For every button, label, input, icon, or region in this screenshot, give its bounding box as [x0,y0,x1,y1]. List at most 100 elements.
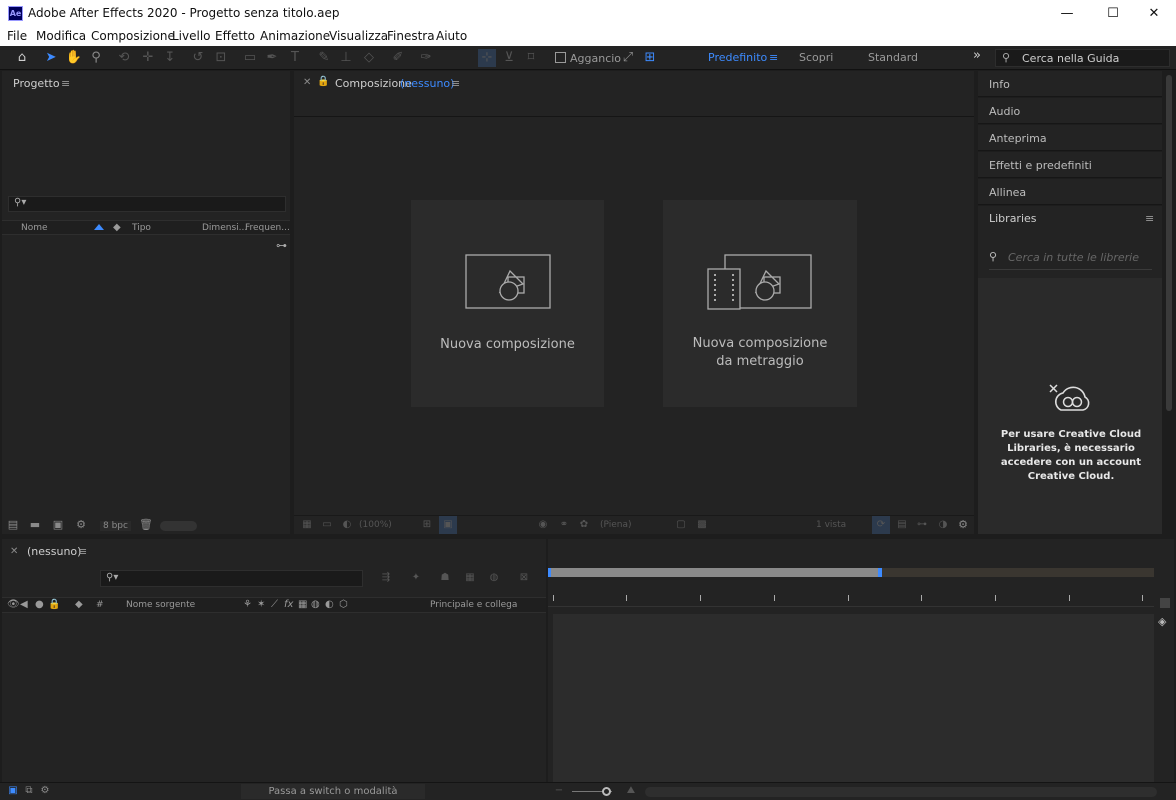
reset-exposure-icon[interactable]: ◑ [934,516,952,534]
preview-icon[interactable]: ▦ [298,516,316,534]
bpc-button[interactable]: 8 bpc [100,521,131,531]
quality-switch-icon[interactable]: ⟋ [271,599,278,610]
zoom-dropdown[interactable]: (100%) [359,520,392,530]
minimize-button[interactable]: — [1044,0,1090,27]
menu-finestra[interactable]: Finestra [387,29,435,43]
menu-aiuto[interactable]: Aiuto [436,29,467,43]
timeline-title[interactable]: (nessuno) [27,545,81,558]
libraries-search-input[interactable]: ⚲ Cerca in tutte le librerie [989,248,1152,270]
workspace-menu-icon[interactable]: ≡ [769,51,778,64]
eraser-tool-icon[interactable]: ◇ [360,49,378,67]
libraries-title[interactable]: Libraries [989,212,1037,225]
selection-tool-icon[interactable]: ➤ [42,49,60,67]
show-snapshot-icon[interactable]: ⚭ [555,516,573,534]
new-composition-card[interactable]: Nuova composizione [411,200,604,407]
zoom-out-icon[interactable]: − [550,782,568,800]
zoom-tool-icon[interactable]: ⚲ [87,49,105,67]
frame-blending-icon[interactable]: ▦ [461,569,479,587]
composition-subtitle[interactable]: (nessuno) [400,77,454,90]
align-panel-tab[interactable]: Allinea [978,179,1162,205]
project-settings-icon[interactable]: ⚙ [72,516,90,534]
zoom-in-icon[interactable]: ⛰ [622,782,640,800]
maximize-button[interactable]: ☐ [1090,0,1136,27]
menu-modifica[interactable]: Modifica [36,29,86,43]
timeline-zoom-handle[interactable] [1160,598,1170,608]
new-composition-from-footage-card[interactable]: Nuova composizione da metraggio [663,200,857,407]
snap-target-icon[interactable]: ⊞ [641,49,659,67]
right-panel-scrollbar[interactable] [1164,71,1174,534]
work-area-bar[interactable] [548,568,1154,577]
home-icon[interactable]: ⌂ [13,49,31,67]
pen-tool-icon[interactable]: ✒ [263,49,281,67]
timeline-horizontal-scrollbar[interactable] [645,787,1157,797]
shy-switch-icon[interactable]: ⚘ [243,599,252,610]
label-tag-icon[interactable]: ◆ [113,222,121,233]
rectangle-tool-icon[interactable]: ▭ [241,49,259,67]
column-tipo[interactable]: Tipo [132,223,151,233]
clone-stamp-icon[interactable]: ⊥ [337,49,355,67]
zoom-slider-thumb[interactable] [602,787,611,796]
text-tool-icon[interactable]: T [286,49,304,67]
timeline-search-input[interactable]: ⚲▾ [100,570,363,587]
monitor-icon[interactable]: ▭ [318,516,336,534]
work-area-range[interactable] [548,568,880,577]
panel-menu-icon[interactable]: ≡ [451,77,460,90]
color-channel-icon[interactable]: ✿ [575,516,593,534]
trash-icon[interactable]: 🗑 [137,516,155,534]
workspace-overflow-icon[interactable]: » [973,48,981,63]
comp-marker-icon[interactable]: ◈ [1158,615,1166,628]
thumbnail-slider[interactable] [160,521,197,531]
workspace-predefinito[interactable]: Predefinito [708,51,767,64]
rotation-tool-icon[interactable]: ↺ [189,49,207,67]
audio-icon[interactable]: ◀ [20,599,28,610]
solo-icon[interactable]: ● [35,599,44,610]
label-tag-icon[interactable]: ◆ [75,599,83,610]
settings-gear-icon[interactable]: ⚙ [954,516,972,534]
workspace-standard[interactable]: Standard [868,51,918,64]
column-frequenza[interactable]: Frequen... [245,223,290,233]
workspace-scopri[interactable]: Scopri [799,51,833,64]
motion-blur-icon[interactable]: ◍ [485,569,503,587]
lock-icon[interactable]: 🔒 [48,599,60,610]
adjustment-layer-switch-icon[interactable]: ◐ [325,599,334,610]
video-visibility-icon[interactable]: 👁 [7,599,20,610]
column-source-name[interactable]: Nome sorgente [126,600,195,610]
column-nome[interactable]: Nome [21,223,48,233]
column-dimensione[interactable]: Dimensi... [202,223,247,233]
views-dropdown[interactable]: 1 vista [816,520,846,530]
mask-icon[interactable]: ◐ [338,516,356,534]
safe-margins-icon[interactable]: ▣ [439,516,457,534]
audio-panel-tab[interactable]: Audio [978,98,1162,124]
collapse-switch-icon[interactable]: ✶ [257,599,265,610]
project-panel-title[interactable]: Progetto [13,77,60,90]
effects-presets-panel-tab[interactable]: Effetti e predefiniti [978,152,1162,178]
pan-camera-icon[interactable]: ✛ [139,49,157,67]
menu-composizione[interactable]: Composizione [91,29,175,43]
shy-layers-icon[interactable]: ☗ [436,569,454,587]
roto-brush-icon[interactable]: ✐ [389,49,407,67]
help-search-input[interactable]: ⚲ Cerca nella Guida [995,49,1170,67]
close-panel-icon[interactable]: ✕ [10,546,18,557]
frame-blend-switch-icon[interactable]: ▦ [298,599,307,610]
menu-animazione[interactable]: Animazione [260,29,330,43]
world-axis-icon[interactable]: ⊻ [500,49,518,67]
menu-livello[interactable]: Livello [172,29,211,43]
transparency-grid-icon[interactable]: ▩ [693,516,711,534]
effects-switch-icon[interactable]: fx [284,599,293,610]
snapshot-icon[interactable]: ◉ [534,516,552,534]
menu-effetto[interactable]: Effetto [215,29,255,43]
work-area-end-handle[interactable] [878,568,882,577]
close-panel-icon[interactable]: ✕ [303,77,311,88]
grid-icon[interactable]: ⊞ [418,516,436,534]
3d-layer-switch-icon[interactable]: ⬡ [339,599,348,610]
view-axis-icon[interactable]: ⌑ [522,49,540,67]
sort-ascending-icon[interactable] [94,224,104,230]
preview-panel-tab[interactable]: Anteprima [978,125,1162,151]
work-area-start-handle[interactable] [548,568,551,577]
new-folder-icon[interactable]: ▬ [26,516,44,534]
brush-tool-icon[interactable]: ✎ [315,49,333,67]
panel-menu-icon[interactable]: ≡ [61,77,70,90]
lock-icon[interactable]: 🔒 [317,76,329,87]
resolution-dropdown[interactable]: (Piena) [600,520,632,530]
dolly-camera-icon[interactable]: ↧ [161,49,179,67]
